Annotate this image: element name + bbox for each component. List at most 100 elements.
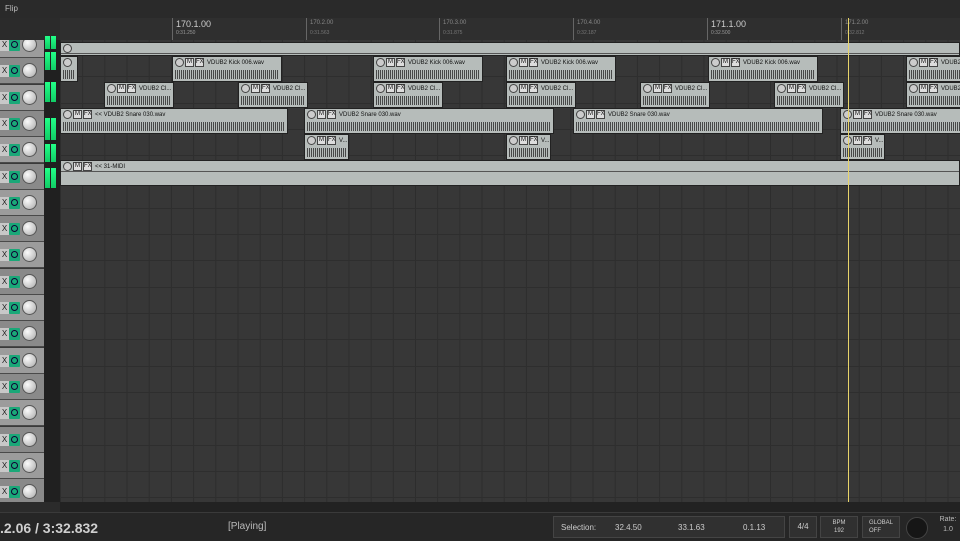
item-fx-button[interactable]: FX (863, 110, 872, 119)
track-volume-knob[interactable] (22, 40, 37, 52)
media-item[interactable]: M FX V... (506, 134, 551, 160)
item-envelope-icon[interactable] (509, 84, 518, 93)
track-solo-button[interactable] (9, 117, 20, 130)
item-mute-button[interactable]: M (251, 84, 260, 93)
item-mute-button[interactable]: M (519, 58, 528, 67)
track-volume-knob[interactable] (22, 457, 37, 473)
track-header[interactable]: X (0, 110, 44, 137)
item-fx-button[interactable]: FX (529, 58, 538, 67)
track-close-button[interactable]: X (0, 354, 9, 367)
track-solo-button[interactable] (9, 433, 20, 446)
track-header[interactable]: X (0, 40, 44, 58)
item-mute-button[interactable]: M (853, 136, 862, 145)
track-header[interactable]: X (0, 216, 44, 243)
media-item[interactable]: MFXVDUB2 Kick 006.wav (506, 56, 616, 82)
media-item[interactable]: M FX V... (840, 134, 885, 160)
track-solo-button[interactable] (9, 354, 20, 367)
track-volume-knob[interactable] (22, 431, 37, 447)
track-volume-knob[interactable] (22, 378, 37, 394)
track-volume-knob[interactable] (22, 221, 37, 237)
track-header[interactable]: X (0, 84, 44, 111)
item-mute-button[interactable]: M (73, 110, 82, 119)
media-item[interactable]: MFXVDUB2 Cl... (238, 82, 308, 108)
item-fx-button[interactable]: FX (596, 110, 605, 119)
track-solo-button[interactable] (9, 459, 20, 472)
track-solo-button[interactable] (9, 380, 20, 393)
item-fx-button[interactable]: FX (327, 110, 336, 119)
item-fx-button[interactable]: FX (663, 84, 672, 93)
track-volume-knob[interactable] (22, 247, 37, 263)
item-envelope-icon[interactable] (909, 84, 918, 93)
time-signature[interactable]: 4/4 (789, 516, 817, 538)
media-item[interactable]: M FX VDUB2 Snare 030.wav (840, 108, 960, 134)
track-header[interactable]: X (0, 163, 44, 190)
track-volume-knob[interactable] (22, 142, 37, 158)
item-mute-button[interactable]: M (386, 58, 395, 67)
media-item[interactable]: MFXVDUB2 Cl... (640, 82, 710, 108)
track-close-button[interactable]: X (0, 196, 9, 209)
track-close-button[interactable]: X (0, 407, 9, 420)
item-mute-button[interactable]: M (919, 58, 928, 67)
item-mute-button[interactable]: M (386, 84, 395, 93)
item-mute-button[interactable]: M (519, 84, 528, 93)
track-volume-knob[interactable] (22, 405, 37, 421)
track-header[interactable]: X (0, 400, 44, 427)
track-header[interactable]: X (0, 268, 44, 295)
media-item[interactable]: MFXVDUB2 Kick 006.wav (708, 56, 818, 82)
timeline-ruler[interactable]: 170.1.00 0:31.250 170.2.00 0:31.563 170.3.00… (60, 18, 960, 41)
track-close-button[interactable]: X (0, 91, 9, 104)
item-envelope-icon[interactable] (509, 58, 518, 67)
rate-display[interactable]: Rate: 1.0 (938, 516, 958, 533)
horizontal-scrollbar[interactable] (60, 502, 960, 512)
item-mute-button[interactable]: M (586, 110, 595, 119)
track-volume-knob[interactable] (22, 484, 37, 500)
item-fx-button[interactable]: FX (396, 58, 405, 67)
track-header[interactable]: X (0, 347, 44, 374)
track-volume-knob[interactable] (22, 300, 37, 315)
track-solo-button[interactable] (9, 170, 20, 183)
item-fx-button[interactable]: FX (195, 58, 204, 67)
item-envelope-icon[interactable] (63, 44, 72, 53)
item-mute-button[interactable]: M (317, 110, 326, 119)
track-solo-button[interactable] (9, 65, 20, 78)
track-volume-knob[interactable] (22, 326, 37, 342)
bpm-value[interactable]: 192 (821, 528, 857, 534)
rate-knob[interactable] (906, 517, 928, 539)
item-fx-button[interactable]: FX (529, 136, 538, 145)
track-header[interactable]: X (0, 479, 44, 502)
arrange-view[interactable]: M FX VDUB2 Kick 006.wav M FX VDUB2 Kick 006.w… (60, 40, 960, 502)
global-automation-button[interactable]: GLOBAL OFF (862, 516, 900, 538)
item-mute-button[interactable]: M (721, 58, 730, 67)
track-solo-button[interactable] (9, 223, 20, 236)
track-close-button[interactable]: X (0, 144, 9, 157)
track-volume-knob[interactable] (22, 352, 37, 368)
media-item[interactable]: MFXVDUB2 Cl... (774, 82, 844, 108)
track-close-button[interactable]: X (0, 433, 9, 446)
track-close-button[interactable]: X (0, 380, 9, 393)
item-envelope-icon[interactable] (63, 110, 72, 119)
item-fx-button[interactable]: FX (83, 162, 92, 171)
item-fx-button[interactable]: FX (731, 58, 740, 67)
item-mute-button[interactable]: M (519, 136, 528, 145)
track-solo-button[interactable] (9, 91, 20, 104)
track-close-button[interactable]: X (0, 223, 9, 236)
item-fx-button[interactable]: FX (127, 84, 136, 93)
track-solo-button[interactable] (9, 196, 20, 209)
track-volume-knob[interactable] (22, 168, 37, 184)
midi-item[interactable]: M FX << 31-MIDI (60, 160, 960, 186)
track-header[interactable]: X (0, 137, 44, 164)
item-envelope-icon[interactable] (711, 58, 720, 67)
item-envelope-icon[interactable] (307, 136, 316, 145)
item-envelope-icon[interactable] (63, 58, 72, 67)
track-close-button[interactable]: X (0, 328, 9, 341)
track-close-button[interactable]: X (0, 459, 9, 472)
item-fx-button[interactable]: FX (261, 84, 270, 93)
media-item[interactable]: MFXVDUB2 Cl... (506, 82, 576, 108)
track-close-button[interactable]: X (0, 117, 9, 130)
track-header[interactable]: X (0, 242, 44, 269)
item-envelope-icon[interactable] (376, 58, 385, 67)
track-header[interactable]: X (0, 452, 44, 479)
media-item[interactable]: MFXVDUB2 Kick 006.wav (906, 56, 960, 82)
track-volume-knob[interactable] (22, 115, 37, 131)
track-solo-button[interactable] (9, 328, 20, 341)
